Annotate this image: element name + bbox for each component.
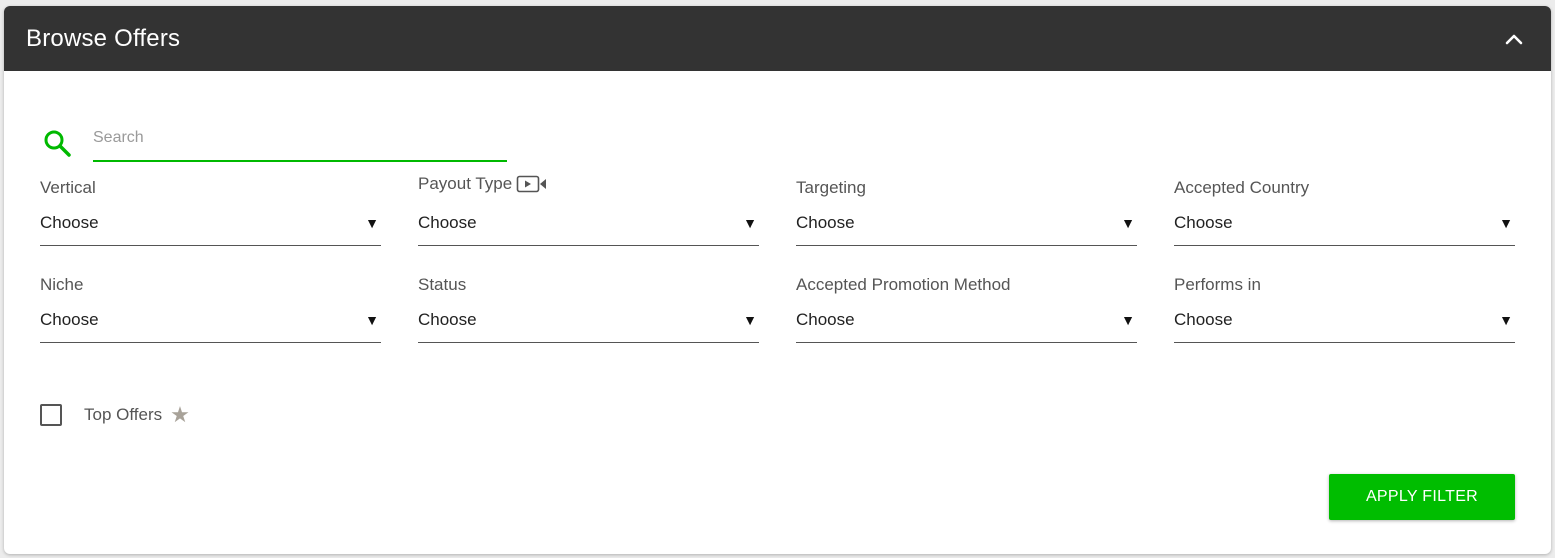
filter-payout-type: Payout Type Choose ▼ — [418, 172, 759, 246]
star-icon: ★ — [170, 402, 190, 427]
filter-label: Accepted Promotion Method — [796, 275, 1011, 294]
search-row — [40, 116, 512, 164]
filter-label: Niche — [40, 275, 84, 294]
select-value: Choose — [418, 212, 477, 232]
caret-down-icon: ▼ — [1121, 214, 1135, 231]
caret-down-icon: ▼ — [1499, 311, 1513, 328]
filter-label-wrap: Payout Type — [418, 172, 759, 196]
filter-label: Payout Type — [418, 174, 513, 193]
select-value: Choose — [796, 309, 855, 329]
top-offers-row: Top Offers ★ — [40, 404, 190, 426]
caret-down-icon: ▼ — [1121, 311, 1135, 328]
select-value: Choose — [1174, 309, 1233, 329]
targeting-select[interactable]: Choose ▼ — [796, 208, 1137, 246]
filter-accepted-promotion-method: Accepted Promotion Method Choose ▼ — [796, 273, 1137, 343]
panel-title: Browse Offers — [26, 24, 181, 52]
filter-label: Status — [418, 275, 467, 294]
select-value: Choose — [40, 212, 99, 232]
caret-down-icon: ▼ — [365, 311, 379, 328]
payout-type-select[interactable]: Choose ▼ — [418, 208, 759, 246]
select-value: Choose — [796, 212, 855, 232]
filter-performs-in: Performs in Choose ▼ — [1174, 273, 1515, 343]
niche-select[interactable]: Choose ▼ — [40, 305, 381, 343]
filter-vertical: Vertical Choose ▼ — [40, 176, 381, 246]
filter-targeting: Targeting Choose ▼ — [796, 176, 1137, 246]
status-select[interactable]: Choose ▼ — [418, 305, 759, 343]
chevron-up-icon — [1505, 34, 1523, 44]
vertical-select[interactable]: Choose ▼ — [40, 208, 381, 246]
select-value: Choose — [40, 309, 99, 329]
collapse-button[interactable] — [1499, 24, 1529, 54]
filter-label: Performs in — [1174, 275, 1261, 294]
video-icon — [516, 175, 547, 193]
caret-down-icon: ▼ — [1499, 214, 1513, 231]
filter-status: Status Choose ▼ — [418, 273, 759, 343]
filter-label: Targeting — [796, 178, 866, 197]
promotion-method-select[interactable]: Choose ▼ — [796, 305, 1137, 343]
caret-down-icon: ▼ — [365, 214, 379, 231]
filter-niche: Niche Choose ▼ — [40, 273, 381, 343]
panel-header: Browse Offers — [4, 6, 1551, 71]
filter-accepted-country: Accepted Country Choose ▼ — [1174, 176, 1515, 246]
search-input[interactable] — [93, 116, 507, 162]
accepted-country-select[interactable]: Choose ▼ — [1174, 208, 1515, 246]
select-value: Choose — [418, 309, 477, 329]
top-offers-label: Top Offers — [84, 405, 163, 424]
select-value: Choose — [1174, 212, 1233, 232]
filter-label: Vertical — [40, 178, 96, 197]
apply-filter-button[interactable]: APPLY FILTER — [1329, 474, 1515, 520]
caret-down-icon: ▼ — [743, 311, 757, 328]
filter-label: Accepted Country — [1174, 178, 1310, 197]
caret-down-icon: ▼ — [743, 214, 757, 231]
browse-offers-panel: Browse Offers Vertical Choose ▼ Payout T… — [4, 6, 1551, 554]
search-icon — [44, 130, 71, 157]
performs-in-select[interactable]: Choose ▼ — [1174, 305, 1515, 343]
top-offers-checkbox[interactable] — [40, 404, 62, 426]
